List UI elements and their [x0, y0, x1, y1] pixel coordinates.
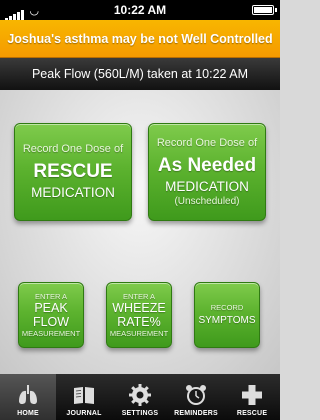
status-time: 10:22 AM: [113, 3, 167, 17]
as-needed-button-title: As Needed: [157, 154, 257, 176]
record-rescue-medication-button[interactable]: Record One Dose of RESCUE MEDICATION: [14, 123, 132, 221]
tab-rescue[interactable]: RESCUE: [224, 374, 280, 420]
tab-bar: HOME JOURNAL SETTINGS REMINDERS RESCUE: [0, 374, 280, 420]
alert-text: Joshua's asthma may be not Well Controll…: [7, 31, 273, 46]
as-needed-button-note: (Unscheduled): [174, 195, 240, 207]
last-reading-text: Peak Flow (560L/M) taken at 10:22 AM: [31, 67, 249, 81]
rescue-button-caption: Record One Dose of: [22, 143, 124, 155]
last-reading-bar: Peak Flow (560L/M) taken at 10:22 AM: [0, 58, 280, 90]
enter-peak-flow-button[interactable]: ENTER A PEAK FLOW MEASUREMENT: [18, 282, 84, 348]
as-needed-button-subtitle: MEDICATION: [165, 178, 249, 194]
home-panel: Record One Dose of RESCUE MEDICATION Rec…: [0, 90, 280, 374]
asthma-control-alert: Joshua's asthma may be not Well Controll…: [0, 20, 280, 58]
tab-home-label: HOME: [17, 410, 39, 417]
wheeze-button-caption: ENTER A: [122, 292, 156, 301]
tab-reminders[interactable]: REMINDERS: [168, 374, 224, 420]
rescue-button-subtitle: MEDICATION: [31, 185, 115, 200]
plus-icon: [242, 385, 262, 405]
tab-settings-label: SETTINGS: [121, 410, 159, 417]
record-symptoms-button[interactable]: RECORD SYMPTOMS: [194, 282, 260, 348]
tab-reminders-label: REMINDERS: [174, 410, 218, 417]
enter-wheeze-rate-button[interactable]: ENTER A WHEEZE RATE% MEASUREMENT: [106, 282, 172, 348]
symptoms-button-caption: RECORD: [210, 302, 244, 312]
wheeze-button-subtitle: MEASUREMENT: [109, 329, 169, 338]
status-bar: ◡ 10:22 AM: [0, 0, 280, 21]
record-as-needed-medication-button[interactable]: Record One Dose of As Needed MEDICATION …: [148, 123, 266, 221]
tab-rescue-label: RESCUE: [236, 410, 268, 417]
wheeze-button-title: WHEEZE RATE%: [112, 301, 166, 329]
rescue-button-title: RESCUE: [33, 161, 113, 182]
tab-journal[interactable]: JOURNAL: [56, 374, 112, 420]
as-needed-button-caption: Record One Dose of: [156, 136, 258, 149]
tab-journal-label: JOURNAL: [66, 410, 102, 417]
peak-flow-button-caption: ENTER A: [34, 292, 68, 301]
gear-icon: [129, 384, 151, 406]
alarm-clock-icon: [186, 385, 206, 405]
tab-settings[interactable]: SETTINGS: [112, 374, 168, 420]
battery-icon: [252, 5, 277, 15]
lungs-icon: [19, 385, 37, 405]
book-icon: [74, 387, 94, 404]
tab-home[interactable]: HOME: [0, 374, 56, 420]
peak-flow-button-title: PEAK FLOW: [32, 301, 70, 329]
symptoms-button-title: SYMPTOMS: [198, 314, 256, 326]
peak-flow-button-subtitle: MEASUREMENT: [21, 329, 81, 338]
